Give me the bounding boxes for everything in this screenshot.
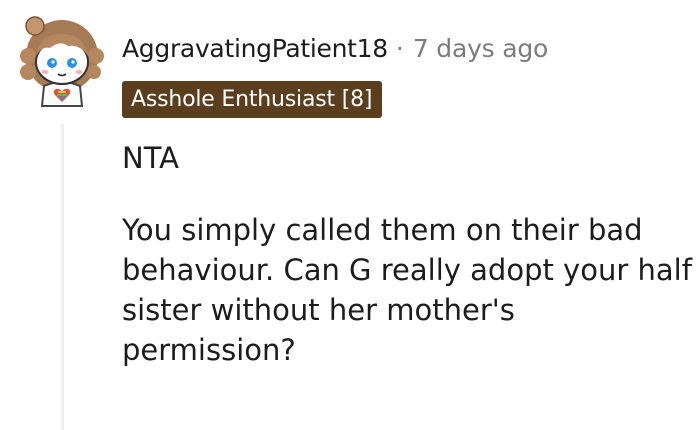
comment-timestamp[interactable]: 7 days ago — [413, 34, 548, 63]
user-avatar-icon[interactable] — [20, 16, 104, 108]
comment: AggravatingPatient18 · 7 days ago Asshol… — [0, 0, 700, 430]
comment-body: NTA You simply called them on their bad … — [122, 138, 692, 370]
comment-meta: AggravatingPatient18 · 7 days ago — [122, 28, 548, 68]
comment-paragraph: You simply called them on their bad beha… — [122, 213, 692, 367]
meta-separator: · — [395, 33, 404, 63]
comment-paragraph: NTA — [122, 141, 179, 175]
user-flair-badge: Asshole Enthusiast [8] — [122, 81, 383, 118]
author-username[interactable]: AggravatingPatient18 — [122, 34, 388, 63]
thread-collapse-line[interactable] — [61, 124, 64, 430]
